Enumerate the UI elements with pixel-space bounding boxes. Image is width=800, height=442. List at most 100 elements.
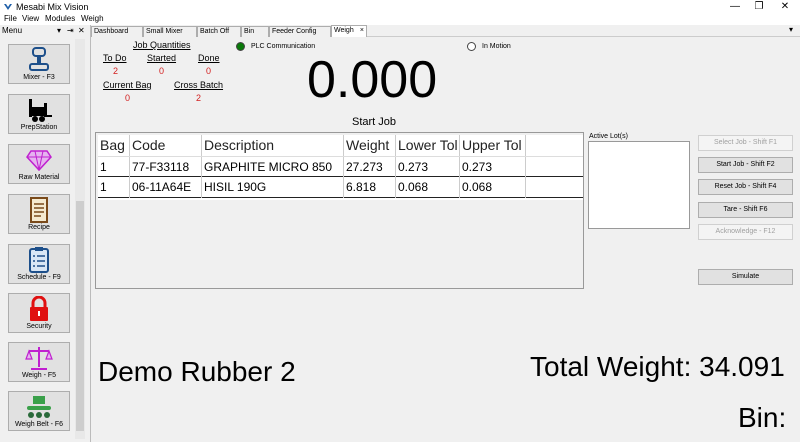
minimize-button[interactable]: — (722, 0, 748, 14)
done-value: 0 (206, 66, 212, 76)
active-lots-label: Active Lot(s) (589, 133, 628, 140)
raw-material-button-label: Raw Material (18, 174, 60, 181)
cell-lower-tol: 0.068 (396, 177, 460, 198)
reset-job-button[interactable]: Reset Job - Shift F4 (698, 179, 793, 195)
to-do-value: 2 (113, 66, 119, 76)
window-title: Mesabi Mix Vision (16, 2, 89, 12)
column-header-lower-tol[interactable]: Lower Tol (396, 135, 460, 156)
menu-weigh[interactable]: Weigh (81, 14, 104, 24)
job-quantities-title: Job Quantities (133, 40, 191, 50)
scale-weight-display: 0.000 (307, 51, 438, 109)
weigh-button-label: Weigh - F5 (21, 372, 57, 379)
plc-status-indicator (236, 42, 245, 51)
security-button-label: Security (26, 323, 52, 330)
current-bag-label: Current Bag (103, 80, 152, 90)
menu-file[interactable]: File (4, 14, 17, 24)
recipe-button-label: Recipe (28, 224, 50, 231)
acknowledge-button[interactable]: Acknowledge - F12 (698, 224, 793, 240)
security-button[interactable]: Security (8, 293, 70, 333)
conveyor-icon (27, 396, 51, 418)
panel-dropdown-icon[interactable]: ▾ (57, 25, 61, 36)
tab-strip: Dashboard Small Mixer Batch Off Bin Feed… (91, 25, 800, 37)
app-logo-icon (4, 4, 12, 10)
tab-small-mixer[interactable]: Small Mixer (143, 26, 197, 37)
mixer-button[interactable]: Mixer - F3 (8, 44, 70, 84)
schedule-button-label: Schedule - F9 (17, 274, 61, 281)
weigh-belt-button[interactable]: Weigh Belt - F6 (8, 391, 70, 431)
cell-bag: 1 (98, 157, 130, 178)
column-header-bag[interactable]: Bag (98, 135, 130, 156)
current-bag-value: 0 (125, 93, 131, 103)
side-menu-scrollbar[interactable] (75, 39, 85, 439)
tab-dashboard[interactable]: Dashboard (91, 26, 143, 37)
side-menu-header: Menu ▾ ⇥ ✕ (0, 25, 90, 36)
side-menu-title: Menu (2, 26, 23, 35)
active-lots-list[interactable] (588, 141, 690, 229)
ingredient-grid-body: Bag Code Description Weight Lower Tol Up… (98, 135, 583, 200)
panel-close-icon[interactable]: ✕ (78, 25, 85, 36)
simulate-button[interactable]: Simulate (698, 269, 793, 285)
recipe-icon (30, 197, 48, 223)
column-header-weight[interactable]: Weight (344, 135, 396, 156)
menu-modules[interactable]: Modules (45, 14, 75, 24)
tare-button[interactable]: Tare - Shift F6 (698, 202, 793, 218)
column-header-code[interactable]: Code (130, 135, 202, 156)
title-bar: Mesabi Mix Vision — ❐ ✕ (0, 0, 800, 14)
in-motion-label: In Motion (482, 43, 511, 50)
started-label: Started (147, 53, 177, 63)
column-header-upper-tol[interactable]: Upper Tol (460, 135, 526, 156)
plc-communication-label: PLC Communication (251, 43, 316, 50)
cross-batch-label: Cross Batch (174, 80, 224, 90)
start-job-button[interactable]: Start Job - Shift F2 (698, 157, 793, 173)
schedule-button[interactable]: Schedule - F9 (8, 244, 70, 284)
ingredient-grid[interactable]: Bag Code Description Weight Lower Tol Up… (95, 132, 584, 289)
cell-bag: 1 (98, 177, 130, 198)
weigh-belt-button-label: Weigh Belt - F6 (14, 421, 64, 428)
table-row[interactable]: 1 77-F33118 GRAPHITE MICRO 850 27.273 0.… (98, 156, 583, 178)
forklift-icon (29, 99, 52, 122)
tab-overflow-icon[interactable]: ▾ (789, 25, 793, 34)
bin-label: Bin: (738, 402, 787, 433)
tab-batch-off[interactable]: Batch Off (197, 26, 241, 37)
menu-view[interactable]: View (22, 14, 39, 24)
cell-description: HISIL 190G (202, 177, 344, 198)
raw-material-button[interactable]: Raw Material (8, 144, 70, 184)
panel-pin-icon[interactable]: ⇥ (67, 25, 74, 36)
tab-close-icon[interactable]: × (360, 26, 364, 36)
cell-lower-tol: 0.273 (396, 157, 460, 178)
total-weight: Total Weight: 34.091 (530, 351, 785, 382)
schedule-clipboard-icon (29, 247, 49, 273)
menu-bar: File View Modules Weigh (0, 14, 800, 25)
recipe-button[interactable]: Recipe (8, 194, 70, 234)
started-value: 0 (159, 66, 165, 76)
select-job-button[interactable]: Select Job - Shift F1 (698, 135, 793, 151)
to-do-label: To Do (103, 53, 127, 63)
cell-code: 77-F33118 (130, 157, 202, 178)
in-motion-indicator (467, 42, 476, 51)
tab-bin[interactable]: Bin (241, 26, 269, 37)
tab-feeder-config[interactable]: Feeder Config (269, 26, 331, 37)
cell-upper-tol: 0.273 (460, 157, 526, 178)
side-menu-panel: Menu ▾ ⇥ ✕ Mixer - F3 PrepStation Raw Ma… (0, 25, 91, 442)
cell-upper-tol: 0.068 (460, 177, 526, 198)
side-menu-scrollbar-thumb[interactable] (76, 201, 84, 431)
recipe-name: Demo Rubber 2 (98, 356, 296, 387)
restore-button[interactable]: ❐ (746, 0, 772, 14)
mixer-button-label: Mixer - F3 (23, 74, 55, 81)
cell-weight: 27.273 (344, 157, 396, 178)
weigh-button[interactable]: Weigh - F5 (8, 342, 70, 382)
scale-icon (25, 347, 53, 370)
tab-weigh[interactable]: Weigh × (331, 25, 367, 37)
table-row[interactable]: 1 06-11A64E HISIL 190G 6.818 0.068 0.068 (98, 177, 583, 198)
job-status-text: Start Job (352, 116, 397, 128)
cell-code: 06-11A64E (130, 177, 202, 198)
weigh-tab-content: Job Quantities To Do 2 Started 0 Done 0 … (92, 38, 800, 442)
lock-icon (30, 296, 48, 321)
done-label: Done (198, 53, 220, 63)
prepstation-button-label: PrepStation (20, 124, 58, 131)
prepstation-button[interactable]: PrepStation (8, 94, 70, 134)
close-button[interactable]: ✕ (772, 0, 798, 14)
mixer-icon (29, 47, 49, 71)
cell-description: GRAPHITE MICRO 850 (202, 157, 344, 178)
column-header-description[interactable]: Description (202, 135, 344, 156)
